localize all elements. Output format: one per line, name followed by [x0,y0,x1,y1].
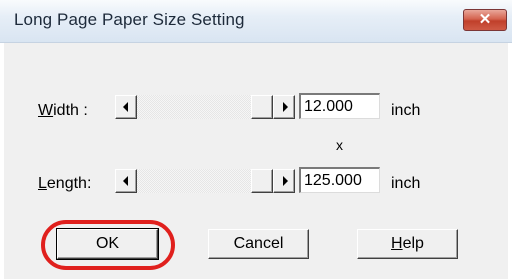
window-title: Long Page Paper Size Setting [14,10,245,29]
close-icon: ✕ [478,11,492,28]
dialog-window: Long Page Paper Size Setting ✕ Width : i… [0,0,512,279]
length-scrollbar[interactable] [115,169,295,193]
arrow-right-icon [283,176,288,186]
arrow-left-icon [123,102,128,112]
left-border [0,43,4,279]
length-scroll-left-button[interactable] [115,169,137,193]
width-label: Width : [38,102,88,119]
width-scroll-left-button[interactable] [115,95,137,119]
width-value-field[interactable] [299,93,380,119]
length-scroll-thumb[interactable] [251,169,273,193]
arrow-right-icon [283,102,288,112]
width-scrollbar[interactable] [115,95,295,119]
length-unit-label: inch [391,175,421,192]
length-scroll-right-button[interactable] [273,169,295,193]
dimension-separator: x [336,137,343,153]
length-label: Length: [38,175,92,192]
arrow-left-icon [123,176,128,186]
title-bar[interactable]: Long Page Paper Size Setting ✕ [0,0,512,43]
cancel-button[interactable]: Cancel [208,229,309,259]
width-unit-label: inch [391,102,421,119]
help-button[interactable]: Help [357,229,458,259]
right-border [508,43,512,279]
length-value-field[interactable] [299,167,380,193]
width-scroll-right-button[interactable] [273,95,295,119]
close-button[interactable]: ✕ [463,9,507,31]
ok-button[interactable]: OK [56,228,159,260]
width-scroll-thumb[interactable] [251,95,273,119]
